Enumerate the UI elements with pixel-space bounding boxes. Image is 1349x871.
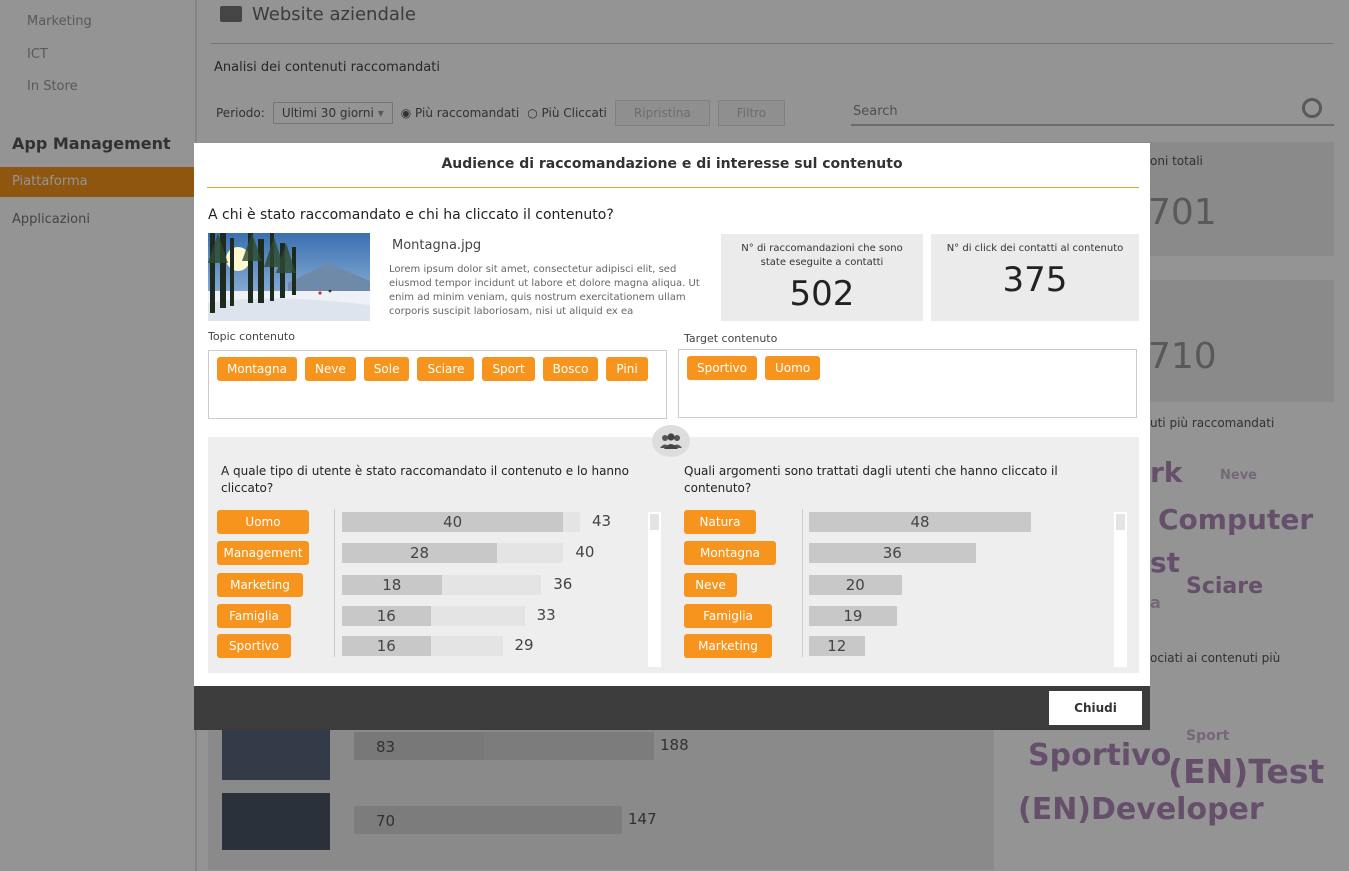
topic-tags-box: Montagna Neve Sole Sciare Sport Bosco Pi… <box>208 350 667 419</box>
topic-tag[interactable]: Sciare <box>417 357 475 381</box>
modal-title: Audience di raccomandazione e di interes… <box>441 156 903 172</box>
target-tag[interactable]: Sportivo <box>687 356 757 380</box>
scrollbar-thumb[interactable] <box>1116 514 1125 530</box>
stat-recommendations: N° di raccomandazioni che sono state ese… <box>721 234 923 321</box>
scrollbar-thumb[interactable] <box>650 514 659 530</box>
topic-tag[interactable]: Montagna <box>217 357 297 381</box>
users-axis-line <box>334 509 335 657</box>
topic-tag[interactable]: Pini <box>606 357 648 381</box>
mountain-snow-photo <box>208 233 370 321</box>
stat-recommendations-value: 502 <box>789 274 855 314</box>
bar-recommended: 18 <box>342 575 442 595</box>
bar-argument: 20 <box>809 575 902 595</box>
users-group-glyph <box>660 433 682 449</box>
bar-recommended: 16 <box>342 636 431 656</box>
args-question: Quali argomenti sono trattati dagli uten… <box>684 464 1058 495</box>
modal-footer: Chiudi <box>194 686 1150 730</box>
argument-tag[interactable]: Natura <box>684 510 756 534</box>
stat-clicks: N° di click dei contatti al contenuto 37… <box>931 234 1139 321</box>
bar-recommended: 16 <box>342 606 431 626</box>
bar-total-value: 43 <box>592 512 612 530</box>
content-image-name: Montagna.jpg <box>392 238 482 253</box>
argument-tag[interactable]: Famiglia <box>684 604 772 628</box>
content-image <box>208 233 370 321</box>
argument-tag[interactable]: Neve <box>684 573 737 597</box>
topic-label: Topic contenuto <box>208 330 295 343</box>
user-type-tag[interactable]: Famiglia <box>217 604 291 628</box>
bar-total-value: 36 <box>553 575 573 593</box>
target-label: Target contenuto <box>684 332 778 345</box>
topic-tag[interactable]: Sport <box>482 357 535 381</box>
user-type-tag[interactable]: Management <box>217 541 309 565</box>
bar-total-value: 29 <box>514 636 534 654</box>
bar-total-value: 40 <box>575 543 595 561</box>
bar-recommended: 28 <box>342 543 497 563</box>
stat-recommendations-label: N° di raccomandazioni che sono state ese… <box>741 243 903 268</box>
section-question: A chi è stato raccomandato e chi ha clic… <box>208 207 614 223</box>
bar-argument: 36 <box>809 543 976 563</box>
argument-tag[interactable]: Marketing <box>684 634 772 658</box>
bar-argument: 48 <box>809 512 1031 532</box>
users-question: A quale tipo di utente è stato raccomand… <box>221 464 629 495</box>
user-type-tag[interactable]: Marketing <box>217 573 303 597</box>
user-type-tag[interactable]: Sportivo <box>217 634 291 658</box>
close-button[interactable]: Chiudi <box>1049 691 1142 725</box>
args-axis-line <box>802 509 803 657</box>
topic-tag[interactable]: Neve <box>304 357 356 381</box>
argument-tag[interactable]: Montagna <box>684 541 776 565</box>
target-tag[interactable]: Uomo <box>765 356 821 380</box>
topic-tag[interactable]: Bosco <box>542 357 599 381</box>
topic-tag[interactable]: Sole <box>363 357 410 381</box>
args-scrollbar[interactable] <box>1114 512 1127 667</box>
user-type-tag[interactable]: Uomo <box>217 510 309 534</box>
bar-total-value: 33 <box>536 606 556 624</box>
audience-modal: Audience di raccomandazione e di interes… <box>194 143 1150 730</box>
content-description: Lorem ipsum dolor sit amet, consectetur … <box>389 264 700 317</box>
bar-argument: 19 <box>809 606 897 626</box>
bar-recommended: 40 <box>342 512 564 532</box>
modal-title-divider <box>207 187 1139 188</box>
bar-argument: 12 <box>809 636 865 656</box>
stat-clicks-label: N° di click dei contatti al contenuto <box>946 243 1124 254</box>
users-scrollbar[interactable] <box>648 512 661 667</box>
page: { "sidebar": { "items_top": ["Marketing"… <box>0 0 1349 871</box>
target-tags-box: Sportivo Uomo <box>678 349 1137 418</box>
users-icon <box>652 425 690 457</box>
audience-analysis: A quale tipo di utente è stato raccomand… <box>208 437 1139 673</box>
stat-clicks-value: 375 <box>1002 260 1068 300</box>
